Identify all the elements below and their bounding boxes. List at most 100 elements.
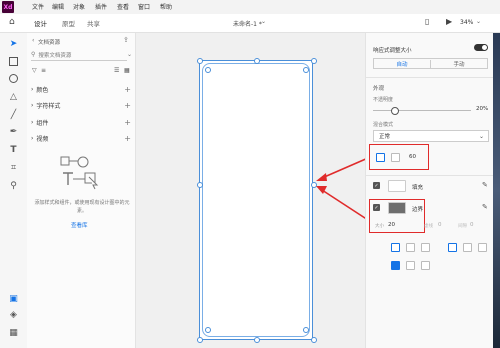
corner-radius-handle[interactable] xyxy=(303,327,309,333)
menu-help[interactable]: 帮助 xyxy=(160,2,172,11)
view-library-link[interactable]: 查看库 xyxy=(71,221,88,229)
chevron-right-icon: › xyxy=(31,119,34,126)
opacity-value[interactable]: 20% xyxy=(476,106,488,112)
document-title[interactable]: 未命名-1 * xyxy=(233,19,262,28)
blend-mode-label: 混合模式 xyxy=(373,122,394,128)
tab-prototype[interactable]: 原型 xyxy=(62,18,75,28)
opacity-slider-thumb[interactable] xyxy=(391,107,399,115)
resize-handle[interactable] xyxy=(254,337,260,343)
menu-window[interactable]: 窗口 xyxy=(138,2,150,11)
join-round-icon[interactable] xyxy=(463,243,472,252)
plugins-icon[interactable]: ▦ xyxy=(8,327,19,338)
add-video-icon[interactable]: + xyxy=(124,134,131,143)
menu-edit[interactable]: 编辑 xyxy=(52,2,64,11)
corner-radius-handle[interactable] xyxy=(303,67,309,73)
artboard-tool-icon[interactable]: ⌗ xyxy=(8,162,19,173)
grid-view-icon[interactable]: ▦ xyxy=(124,67,130,74)
menu-plugins[interactable]: 插件 xyxy=(95,2,107,11)
join-miter-icon[interactable] xyxy=(448,243,457,252)
corner-radius-handle[interactable] xyxy=(205,67,211,73)
blend-mode-select[interactable]: 正常 ⌄ xyxy=(373,130,489,142)
zoom-level[interactable]: 34% xyxy=(460,19,473,26)
resize-handle[interactable] xyxy=(197,337,203,343)
section-character-styles[interactable]: › 字符样式 + xyxy=(31,101,131,110)
border-size-value[interactable]: 20 xyxy=(388,222,395,228)
section-label: 字符样式 xyxy=(36,103,61,110)
chevron-left-icon[interactable]: ‹ xyxy=(32,37,34,44)
menu-object[interactable]: 对象 xyxy=(73,2,85,11)
triangle-tool-icon[interactable]: △ xyxy=(8,91,19,102)
stroke-center-icon[interactable] xyxy=(406,243,415,252)
selected-rectangle[interactable] xyxy=(202,63,310,337)
dash-value[interactable]: 0 xyxy=(438,222,442,228)
stroke-inside-icon[interactable] xyxy=(391,243,400,252)
text-tool-icon[interactable]: T xyxy=(8,144,19,155)
fill-checkbox[interactable]: ✓ xyxy=(373,182,380,189)
play-icon[interactable]: ▶ xyxy=(446,17,452,26)
add-color-icon[interactable]: + xyxy=(124,85,131,94)
cap-butt-icon[interactable] xyxy=(391,261,400,270)
add-style-icon[interactable]: + xyxy=(124,101,131,110)
border-color-swatch[interactable] xyxy=(388,202,406,214)
tab-share[interactable]: 共享 xyxy=(87,18,100,28)
corner-radius-handle[interactable] xyxy=(205,327,211,333)
resize-handle[interactable] xyxy=(197,58,203,64)
rectangle-tool-icon[interactable] xyxy=(8,56,19,67)
cap-round-icon[interactable] xyxy=(406,261,415,270)
artboard[interactable] xyxy=(199,60,313,340)
assets-empty-text: 添加样式和组件，或使用现有设计图中的元素。 xyxy=(34,200,130,214)
list-view-icon[interactable]: ☰ xyxy=(114,67,119,74)
zoom-dropdown-icon[interactable]: ⌄ xyxy=(476,18,481,25)
sort-icon[interactable]: ≡ xyxy=(41,67,46,74)
eyedropper-icon[interactable]: ✎ xyxy=(482,203,488,211)
home-icon[interactable]: ⌂ xyxy=(9,17,15,27)
resize-handle[interactable] xyxy=(311,58,317,64)
border-checkbox[interactable]: ✓ xyxy=(373,204,380,211)
select-tool-icon[interactable]: ➤ xyxy=(8,38,19,49)
corner-radius-value[interactable]: 60 xyxy=(409,154,416,160)
section-videos[interactable]: › 视频 + xyxy=(31,134,131,143)
chevron-down-icon[interactable]: ⌄ xyxy=(261,18,266,25)
fill-color-swatch[interactable] xyxy=(388,180,406,192)
menu-view[interactable]: 查看 xyxy=(117,2,129,11)
menu-file[interactable]: 文件 xyxy=(32,2,44,11)
resize-handle[interactable] xyxy=(197,182,203,188)
resize-handle[interactable] xyxy=(254,58,260,64)
share-icon[interactable]: ⇪ xyxy=(123,36,129,44)
manual-button[interactable]: 手动 xyxy=(431,60,487,68)
cap-square-icon[interactable] xyxy=(421,261,430,270)
filter-icon[interactable]: ▽ xyxy=(32,67,37,74)
per-corner-icon[interactable] xyxy=(391,153,400,162)
border-label: 边界 xyxy=(412,207,424,213)
tab-design[interactable]: 设计 xyxy=(34,18,47,28)
dash-label: 虚线 xyxy=(424,224,433,229)
assets-panel-icon[interactable]: ▣ xyxy=(8,293,19,304)
responsive-resize-toggle[interactable] xyxy=(474,44,488,51)
section-components[interactable]: › 组件 + xyxy=(31,118,131,127)
add-component-icon[interactable]: + xyxy=(124,118,131,127)
opacity-label: 不透明度 xyxy=(373,97,394,103)
assets-empty-illustration-icon xyxy=(60,156,99,190)
eyedropper-icon[interactable]: ✎ xyxy=(482,181,488,189)
search-input[interactable]: ⚲ 搜索文档资源 xyxy=(31,49,127,61)
search-placeholder: 搜索文档资源 xyxy=(38,52,72,59)
pen-tool-icon[interactable]: ✒ xyxy=(8,126,19,137)
gap-value[interactable]: 0 xyxy=(470,222,474,228)
stroke-outside-icon[interactable] xyxy=(421,243,430,252)
auto-button[interactable]: 自动 xyxy=(374,59,431,68)
join-bevel-icon[interactable] xyxy=(478,243,487,252)
gap-label: 间隙 xyxy=(458,224,467,229)
line-tool-icon[interactable]: ╱ xyxy=(8,109,19,120)
property-inspector: 响应式调整大小 自动 手动 外观 不透明度 20% 混合模式 正常 ⌄ 60 ✓… xyxy=(365,33,500,348)
appearance-label: 外观 xyxy=(373,86,385,92)
section-colors[interactable]: › 颜色 + xyxy=(31,85,131,94)
zoom-tool-icon[interactable]: ⚲ xyxy=(8,180,19,191)
opacity-slider[interactable] xyxy=(373,110,471,111)
layers-icon[interactable]: ◈ xyxy=(8,309,19,320)
assets-back-label[interactable]: 文档资源 xyxy=(38,38,60,46)
uniform-corner-icon[interactable] xyxy=(376,153,385,162)
resize-handle[interactable] xyxy=(311,337,317,343)
ellipse-tool-icon[interactable] xyxy=(8,73,19,84)
mobile-preview-icon[interactable]: ▯ xyxy=(425,17,429,26)
search-options-icon[interactable]: ⌄ xyxy=(127,51,132,58)
